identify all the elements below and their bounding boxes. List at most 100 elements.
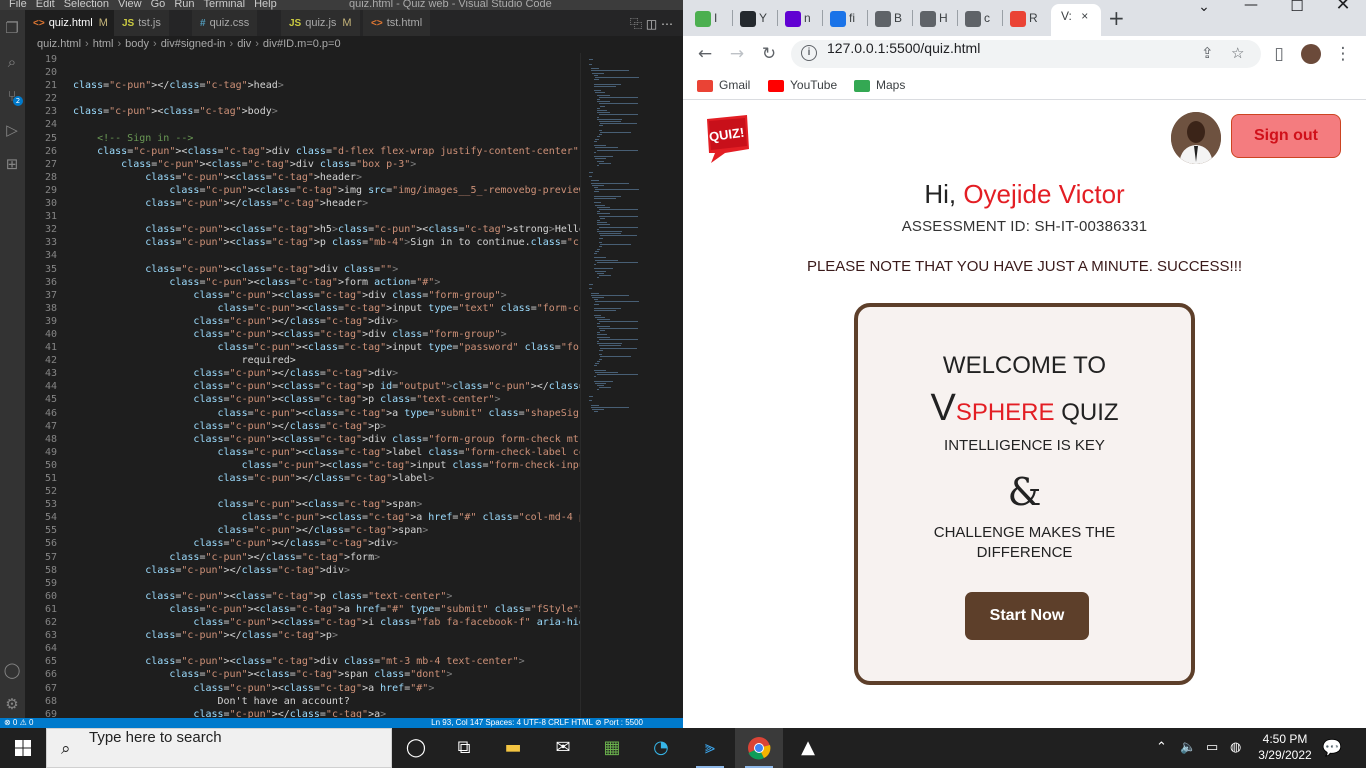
code-line[interactable]: class="c-pun"></class="c-tag">form> — [73, 551, 580, 564]
code-line[interactable]: class="c-pun"></class="c-tag">div> — [73, 564, 580, 577]
address-bar[interactable]: i 127.0.0.1:5500/quiz.html ⇪ ☆ — [791, 40, 1261, 68]
code-line[interactable]: class="c-pun"><class="c-tag">div class="… — [73, 433, 580, 446]
code-line[interactable]: class="c-pun"><class="c-tag">a href="#" … — [73, 603, 580, 616]
browser-tab[interactable]: n — [779, 6, 817, 30]
menu-run[interactable]: Run — [174, 0, 194, 10]
code-line[interactable]: class="c-pun"></class="c-tag">span> — [73, 524, 580, 537]
bookmark-gmail[interactable]: Gmail — [697, 76, 750, 94]
back-arrow-icon[interactable]: ← — [691, 40, 719, 68]
file-explorer-icon[interactable]: ▬ — [489, 728, 537, 768]
code-line[interactable] — [73, 92, 580, 105]
menu-help[interactable]: Help — [254, 0, 277, 10]
edge-icon[interactable]: ◔ — [637, 728, 685, 768]
reload-icon[interactable]: ↻ — [755, 40, 783, 68]
code-line[interactable]: class="c-pun"><class="c-tag">header> — [73, 171, 580, 184]
code-line[interactable]: class="c-pun"><class="c-tag">h5>class="c… — [73, 223, 580, 236]
menu-selection[interactable]: Selection — [64, 0, 109, 10]
store-icon[interactable]: ▦ — [588, 728, 636, 768]
tab-active[interactable]: V: × — [1051, 4, 1101, 36]
code-line[interactable]: class="c-pun"></class="c-tag">div> — [73, 367, 580, 380]
code-line[interactable]: class="c-pun"><class="c-tag">span class=… — [73, 668, 580, 681]
code-line[interactable]: class="c-pun"><class="c-tag">input type=… — [73, 341, 581, 354]
browser-tab[interactable]: fi — [824, 6, 862, 30]
forward-arrow-icon[interactable]: → — [723, 40, 751, 68]
code-line[interactable]: required> — [73, 354, 580, 367]
side-panel-icon[interactable]: ▯ — [1265, 40, 1293, 68]
editor-tab[interactable]: # quiz.css — [192, 10, 259, 36]
code-line[interactable]: class="c-pun"><class="c-tag">span> — [73, 498, 580, 511]
code-line[interactable]: class="c-pun"><class="c-tag">form action… — [73, 276, 580, 289]
code-line[interactable]: class="c-pun"><class="c-tag">img src="im… — [73, 184, 580, 197]
mail-icon[interactable]: ✉ — [539, 728, 587, 768]
menu-terminal[interactable]: Terminal — [204, 0, 246, 10]
code-line[interactable]: class="c-pun"><class="c-tag">div class="… — [73, 289, 580, 302]
chrome-taskbar-icon[interactable] — [735, 728, 783, 768]
volume-icon[interactable]: 🔈 — [1180, 739, 1196, 755]
status-problems[interactable]: ⊗ 0 ⚠ 0 — [4, 718, 33, 727]
code-line[interactable] — [73, 249, 580, 262]
code-line[interactable]: class="c-pun"><class="c-tag">body> — [73, 105, 580, 118]
code-line[interactable]: class="c-pun"></class="c-tag">head> — [73, 79, 580, 92]
menu-go[interactable]: Go — [151, 0, 166, 10]
run-debug-icon[interactable]: ▷ — [2, 120, 22, 140]
windows-start-button[interactable] — [0, 728, 46, 768]
settings-gear-icon[interactable]: ⚙ — [2, 694, 22, 714]
breadcrumb-item[interactable]: div#signed-in — [161, 38, 226, 50]
breadcrumb-item[interactable]: div — [237, 38, 251, 50]
code-line[interactable]: class="c-pun"><class="c-tag">input class… — [73, 459, 580, 472]
taskbar-clock[interactable]: 4:50 PM 3/29/2022 — [1250, 731, 1320, 763]
chrome-menu-icon[interactable]: ⋮ — [1329, 40, 1357, 68]
editor-tab[interactable]: <> tst.html — [363, 10, 432, 36]
code-line[interactable]: class="c-pun"></class="c-tag">p> — [73, 629, 580, 642]
code-line[interactable]: class="c-pun"><class="c-tag">p class="te… — [73, 393, 580, 406]
close-tab-icon[interactable]: × — [1081, 9, 1088, 23]
code-line[interactable] — [73, 577, 580, 590]
minimize-button[interactable]: — — [1228, 0, 1274, 30]
code-line[interactable]: class="c-pun"><class="c-tag">div class="… — [73, 328, 580, 341]
notification-center-icon[interactable]: 💬 2 — [1322, 738, 1342, 757]
browser-tab[interactable]: B — [869, 6, 907, 30]
task-view-icon[interactable]: ⧉ — [440, 728, 488, 768]
browser-tab[interactable]: H — [914, 6, 952, 30]
bookmark-maps[interactable]: Maps — [854, 76, 905, 94]
menu-view[interactable]: View — [118, 0, 142, 10]
code-line[interactable]: class="c-pun"><class="c-tag">label class… — [73, 446, 581, 459]
bookmark-star-icon[interactable]: ☆ — [1231, 44, 1244, 62]
search-icon[interactable]: ⌕ — [2, 52, 22, 72]
code-line[interactable]: class="c-pun"><class="c-tag">p class="mb… — [73, 236, 580, 249]
code-line[interactable]: class="c-pun"><class="c-tag">i class="fa… — [73, 616, 580, 629]
breadcrumb-item[interactable]: body — [125, 38, 149, 50]
start-now-button[interactable]: Start Now — [965, 592, 1089, 640]
code-line[interactable] — [73, 118, 580, 131]
breadcrumb-item[interactable]: html — [93, 38, 114, 50]
status-info[interactable]: Ln 93, Col 147 Spaces: 4 UTF-8 CRLF HTML… — [431, 718, 643, 728]
browser-tab[interactable]: I — [689, 6, 727, 30]
code-line[interactable] — [73, 642, 580, 655]
code-line[interactable]: class="c-pun"></class="c-tag">div> — [73, 537, 580, 550]
extensions-icon[interactable]: ⊞ — [2, 154, 22, 174]
browser-tab[interactable]: R — [1004, 6, 1042, 30]
cortana-icon[interactable]: ◯ — [392, 728, 440, 768]
vscode-taskbar-icon[interactable]: ⫸ — [686, 728, 734, 768]
minimap[interactable] — [580, 53, 683, 718]
menu-file[interactable]: File — [9, 0, 27, 10]
show-hidden-icons-chevron-icon[interactable]: ⌃ — [1156, 739, 1167, 755]
code-line[interactable]: class="c-pun"><class="c-tag">div class="… — [73, 158, 580, 171]
code-line[interactable]: class="c-pun"><class="c-tag">a href="#" … — [73, 511, 580, 524]
explorer-icon[interactable]: ❐ — [2, 18, 22, 38]
code-line[interactable]: class="c-pun"></class="c-tag">a> — [73, 708, 580, 718]
code-line[interactable]: <!-- Sign in --> — [73, 132, 580, 145]
breadcrumb-item[interactable]: quiz.html — [37, 38, 81, 50]
code-line[interactable]: class="c-pun"><class="c-tag">div class="… — [73, 145, 580, 158]
code-line[interactable]: class="c-pun"></class="c-tag">p> — [73, 420, 580, 433]
profile-avatar-icon[interactable] — [1297, 40, 1325, 68]
site-info-icon[interactable]: i — [801, 45, 817, 61]
code-line[interactable]: class="c-pun"><class="c-tag">a href="#"> — [73, 682, 580, 695]
sign-out-button[interactable]: Sign out — [1231, 114, 1341, 158]
code-line[interactable] — [73, 66, 580, 79]
code-line[interactable]: class="c-pun"><class="c-tag">div class="… — [73, 263, 580, 276]
editor-tab[interactable]: JS tst.js — [114, 10, 170, 36]
source-control-icon[interactable]: ⑂ 2 — [2, 86, 23, 106]
taskbar-search-box[interactable]: ⌕ Type here to search — [46, 728, 392, 768]
bookmark-youtube[interactable]: YouTube — [768, 76, 837, 94]
